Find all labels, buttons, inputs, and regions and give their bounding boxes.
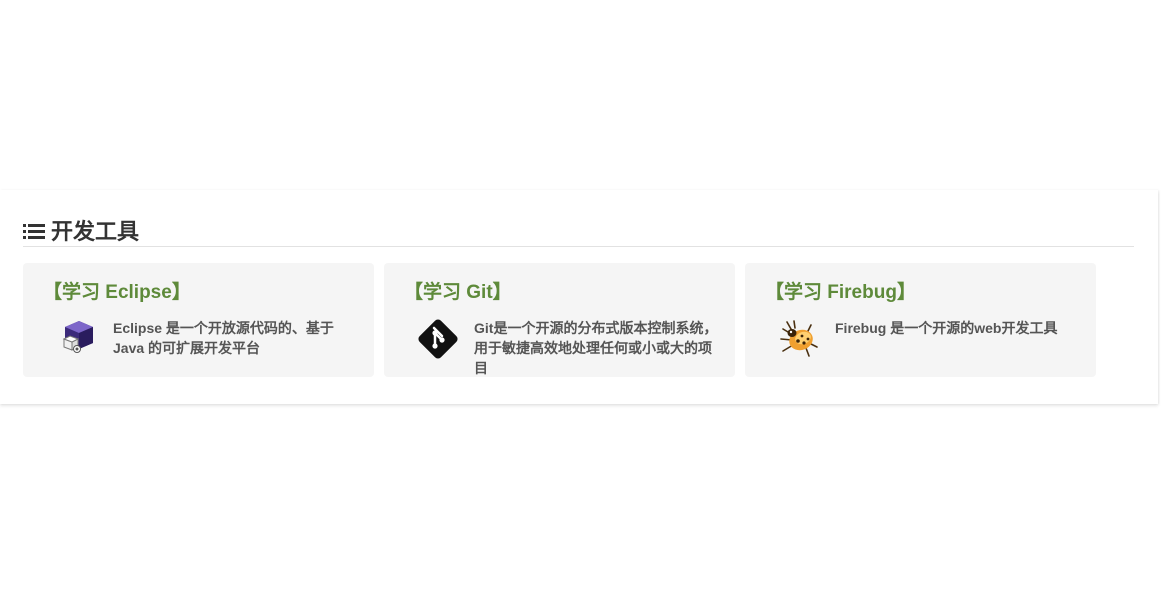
list-icon: [23, 224, 45, 240]
card-description-eclipse: Eclipse 是一个开放源代码的、基于 Java 的可扩展开发平台: [113, 320, 334, 356]
section-header: 开发工具: [23, 218, 1134, 247]
dev-tools-panel: 开发工具 【学习 Eclipse】 Eclipse 是一个开放源代码的、基于 J…: [0, 190, 1158, 404]
card-description-git: Git是一个开源的分布式版本控制系统，用于敏捷高效地处理任何或小或大的项目: [474, 320, 718, 376]
firebug-logo-icon[interactable]: [777, 317, 819, 359]
card-eclipse[interactable]: 【学习 Eclipse】 Eclipse 是一个开放源代码的、基于 Java 的…: [23, 263, 374, 377]
section-title: 开发工具: [51, 219, 140, 244]
card-git[interactable]: 【学习 Git】 Git是一个开源的分布式版本控制系统，用于敏捷高效地处理任何或…: [384, 263, 735, 377]
card-title-git[interactable]: 【学习 Git】: [404, 281, 512, 305]
eclipse-logo-icon[interactable]: [55, 317, 97, 359]
card-title-eclipse[interactable]: 【学习 Eclipse】: [43, 281, 191, 305]
git-logo-icon[interactable]: [416, 317, 458, 359]
card-title-firebug[interactable]: 【学习 Firebug】: [765, 281, 916, 305]
card-description-firebug: Firebug 是一个开源的web开发工具: [835, 320, 1058, 336]
card-firebug[interactable]: 【学习 Firebug】 Firebug 是一个开源的web开发工具: [745, 263, 1096, 377]
